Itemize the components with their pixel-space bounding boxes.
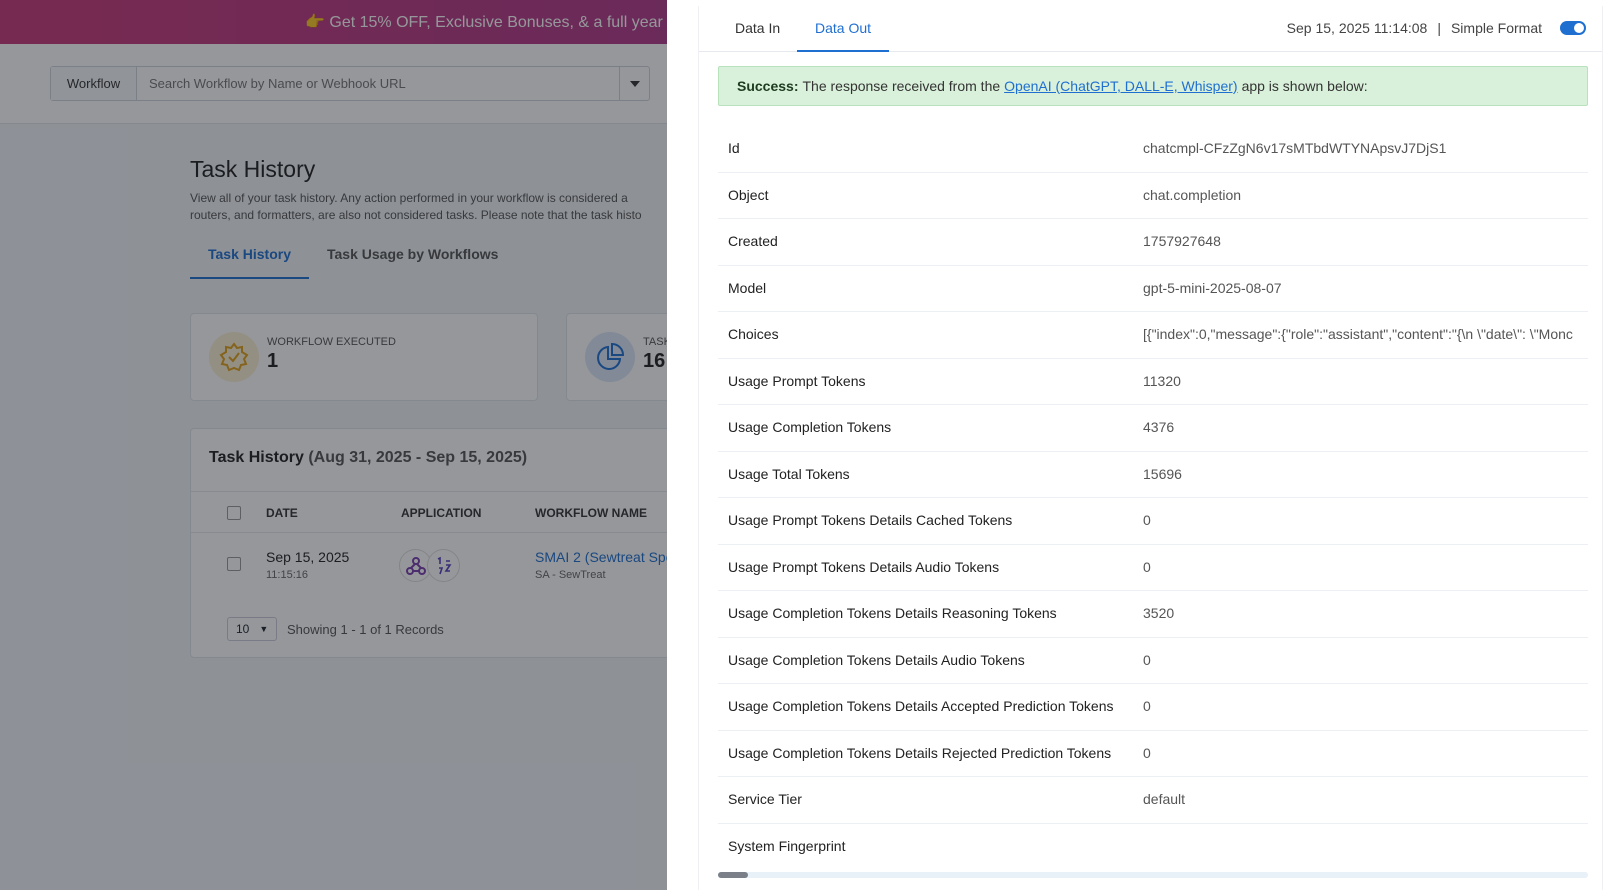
drawer-meta: Sep 15, 2025 11:14:08 | Simple Format bbox=[1287, 20, 1586, 36]
response-data-list: Id chatcmpl-CFzZgN6v17sMTbdWTYNApsvJ7DjS1… bbox=[718, 126, 1588, 872]
horizontal-scrollbar[interactable] bbox=[718, 872, 1588, 878]
data-row: Usage Completion Tokens 4376 bbox=[718, 405, 1588, 452]
data-row: Usage Prompt Tokens Details Cached Token… bbox=[718, 498, 1588, 545]
data-value: 15696 bbox=[1143, 465, 1182, 482]
data-value: 0 bbox=[1143, 651, 1151, 668]
data-value: 0 bbox=[1143, 698, 1151, 714]
data-row: Service Tier default bbox=[718, 777, 1588, 824]
data-key: Usage Total Tokens bbox=[728, 465, 850, 482]
data-value: 11320 bbox=[1143, 372, 1181, 389]
data-key: Usage Completion Tokens Details Audio To… bbox=[728, 651, 1025, 668]
task-detail-drawer: Data In Data Out Sep 15, 2025 11:14:08 |… bbox=[667, 0, 1623, 890]
simple-format-label: Simple Format bbox=[1450, 20, 1542, 36]
data-key: Created bbox=[728, 233, 778, 249]
alert-strong: Success: bbox=[737, 78, 799, 94]
tab-data-out[interactable]: Data Out bbox=[797, 6, 890, 52]
data-row: Usage Completion Tokens Details Accepted… bbox=[718, 684, 1588, 731]
data-row: System Fingerprint bbox=[718, 824, 1588, 871]
data-row: Usage Prompt Tokens 11320 bbox=[718, 359, 1588, 405]
data-key: Id bbox=[728, 140, 740, 156]
data-row: Usage Total Tokens 15696 bbox=[718, 452, 1588, 498]
scrollbar-thumb[interactable] bbox=[718, 872, 748, 878]
drawer-content: Data In Data Out Sep 15, 2025 11:14:08 |… bbox=[698, 6, 1603, 890]
data-key: Usage Completion Tokens Details Accepted… bbox=[728, 698, 1114, 714]
data-key: Usage Prompt Tokens Details Audio Tokens bbox=[728, 558, 1000, 575]
data-value: 3520 bbox=[1143, 605, 1175, 621]
data-key: System Fingerprint bbox=[728, 837, 846, 854]
alert-text-pre: The response received from the bbox=[802, 78, 1001, 94]
data-tabs: Data In Data Out Sep 15, 2025 11:14:08 |… bbox=[699, 6, 1602, 52]
data-row: Usage Completion Tokens Details Rejected… bbox=[718, 731, 1588, 777]
data-value: chat.completion bbox=[1143, 186, 1242, 203]
data-value: gpt-5-mini-2025-08-07 bbox=[1143, 279, 1282, 296]
execution-timestamp: Sep 15, 2025 11:14:08 bbox=[1286, 20, 1428, 36]
data-value: 0 bbox=[1143, 744, 1151, 761]
data-value: chatcmpl-CFzZgN6v17sMTbdWTYNApsvJ7DjS1 bbox=[1143, 140, 1447, 156]
data-row: Model gpt-5-mini-2025-08-07 bbox=[718, 266, 1588, 312]
meta-separator: | bbox=[1437, 20, 1441, 36]
alert-text-post: app is shown below: bbox=[1241, 78, 1368, 94]
tab-data-in[interactable]: Data In bbox=[717, 6, 798, 52]
data-row: Usage Completion Tokens Details Reasonin… bbox=[718, 591, 1588, 638]
data-row: Created 1757927648 bbox=[718, 219, 1588, 266]
data-key: Usage Completion Tokens bbox=[728, 419, 892, 435]
data-key: Usage Prompt Tokens bbox=[728, 372, 866, 389]
data-key: Model bbox=[728, 279, 767, 296]
data-value: 1757927648 bbox=[1143, 233, 1221, 249]
data-row: Object chat.completion bbox=[718, 173, 1588, 219]
data-value: 0 bbox=[1143, 512, 1151, 528]
data-value: default bbox=[1143, 791, 1186, 807]
success-alert: Success: The response received from the … bbox=[718, 66, 1588, 106]
data-row: Choices [{"index":0,"message":{"role":"as… bbox=[718, 312, 1588, 359]
app-link[interactable]: OpenAI (ChatGPT, DALL-E, Whisper) bbox=[1004, 78, 1237, 94]
data-value: 0 bbox=[1143, 558, 1151, 575]
data-key: Object bbox=[728, 186, 769, 203]
data-key: Usage Completion Tokens Details Rejected… bbox=[728, 744, 1112, 761]
data-row: Usage Completion Tokens Details Audio To… bbox=[718, 638, 1588, 684]
data-row: Usage Prompt Tokens Details Audio Tokens… bbox=[718, 545, 1588, 591]
data-key: Usage Completion Tokens Details Reasonin… bbox=[728, 605, 1057, 621]
data-value: 4376 bbox=[1143, 419, 1175, 435]
simple-format-toggle[interactable] bbox=[1560, 21, 1586, 35]
data-key: Usage Prompt Tokens Details Cached Token… bbox=[728, 512, 1013, 528]
data-value: [{"index":0,"message":{"role":"assistant… bbox=[1143, 326, 1573, 342]
data-row: Id chatcmpl-CFzZgN6v17sMTbdWTYNApsvJ7DjS1 bbox=[718, 126, 1588, 173]
data-key: Service Tier bbox=[728, 791, 802, 807]
data-key: Choices bbox=[728, 326, 779, 342]
